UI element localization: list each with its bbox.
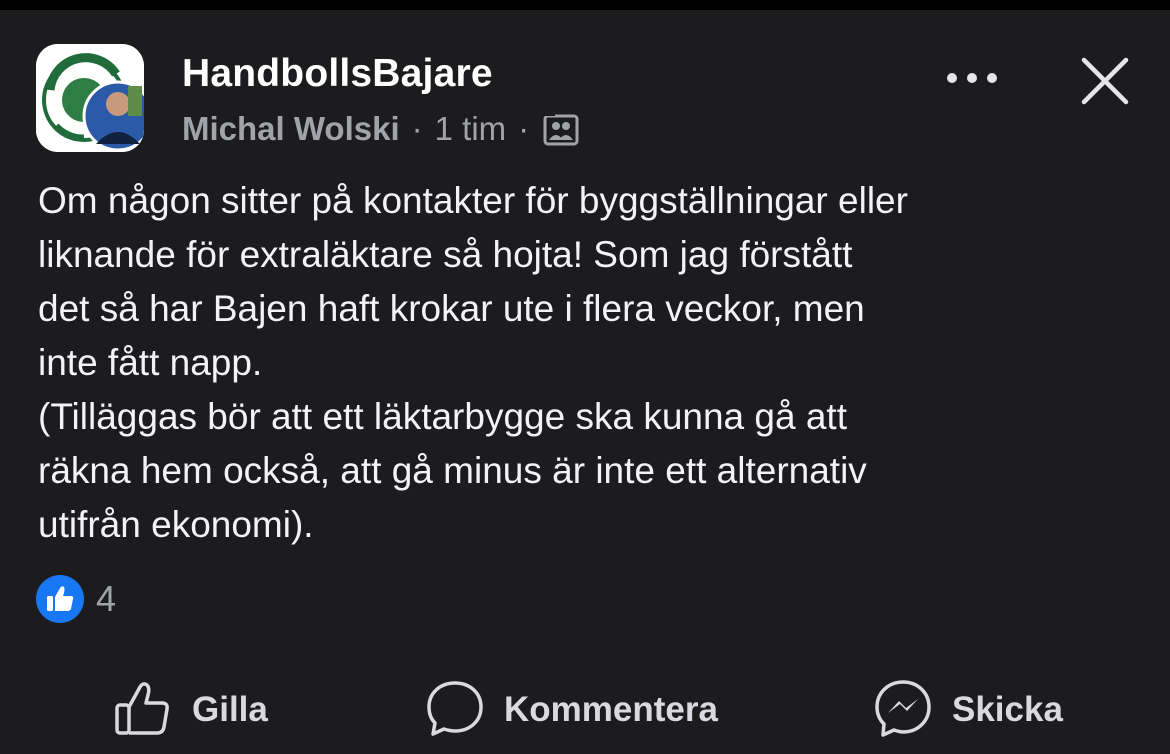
meta-separator-2: · [518, 110, 530, 147]
reaction-count: 4 [96, 578, 117, 619]
reaction-summary[interactable]: 4 [36, 575, 116, 623]
author-name[interactable]: Michal Wolski [182, 110, 400, 148]
comment-bubble-icon [424, 677, 486, 744]
send-label: Skicka [952, 690, 1063, 729]
post-time[interactable]: 1 tim [435, 110, 507, 148]
post-card: HandbollsBajare Michal Wolski · 1 tim · [0, 10, 1170, 754]
messenger-icon [872, 677, 934, 744]
close-icon[interactable] [1078, 54, 1132, 108]
group-audience-icon [543, 112, 579, 146]
meta-separator: · [411, 110, 423, 147]
group-logo-icon [36, 44, 144, 152]
like-reaction-icon [36, 575, 84, 623]
post-meta: Michal Wolski · 1 tim · [182, 110, 579, 148]
like-button[interactable]: Gilla [112, 670, 268, 750]
group-avatar[interactable] [36, 44, 144, 152]
thumbs-up-icon [112, 677, 174, 744]
send-button[interactable]: Skicka [872, 670, 1063, 750]
comment-label: Kommentera [504, 690, 718, 729]
action-bar: Gilla Kommentera Skicka [0, 670, 1170, 750]
more-options-icon[interactable] [940, 58, 1004, 98]
group-name[interactable]: HandbollsBajare [182, 52, 493, 96]
comment-button[interactable]: Kommentera [424, 670, 718, 750]
post-text: Om någon sitter på kontakter för byggstä… [38, 180, 908, 545]
like-label: Gilla [192, 690, 268, 729]
top-bar [0, 0, 1170, 10]
